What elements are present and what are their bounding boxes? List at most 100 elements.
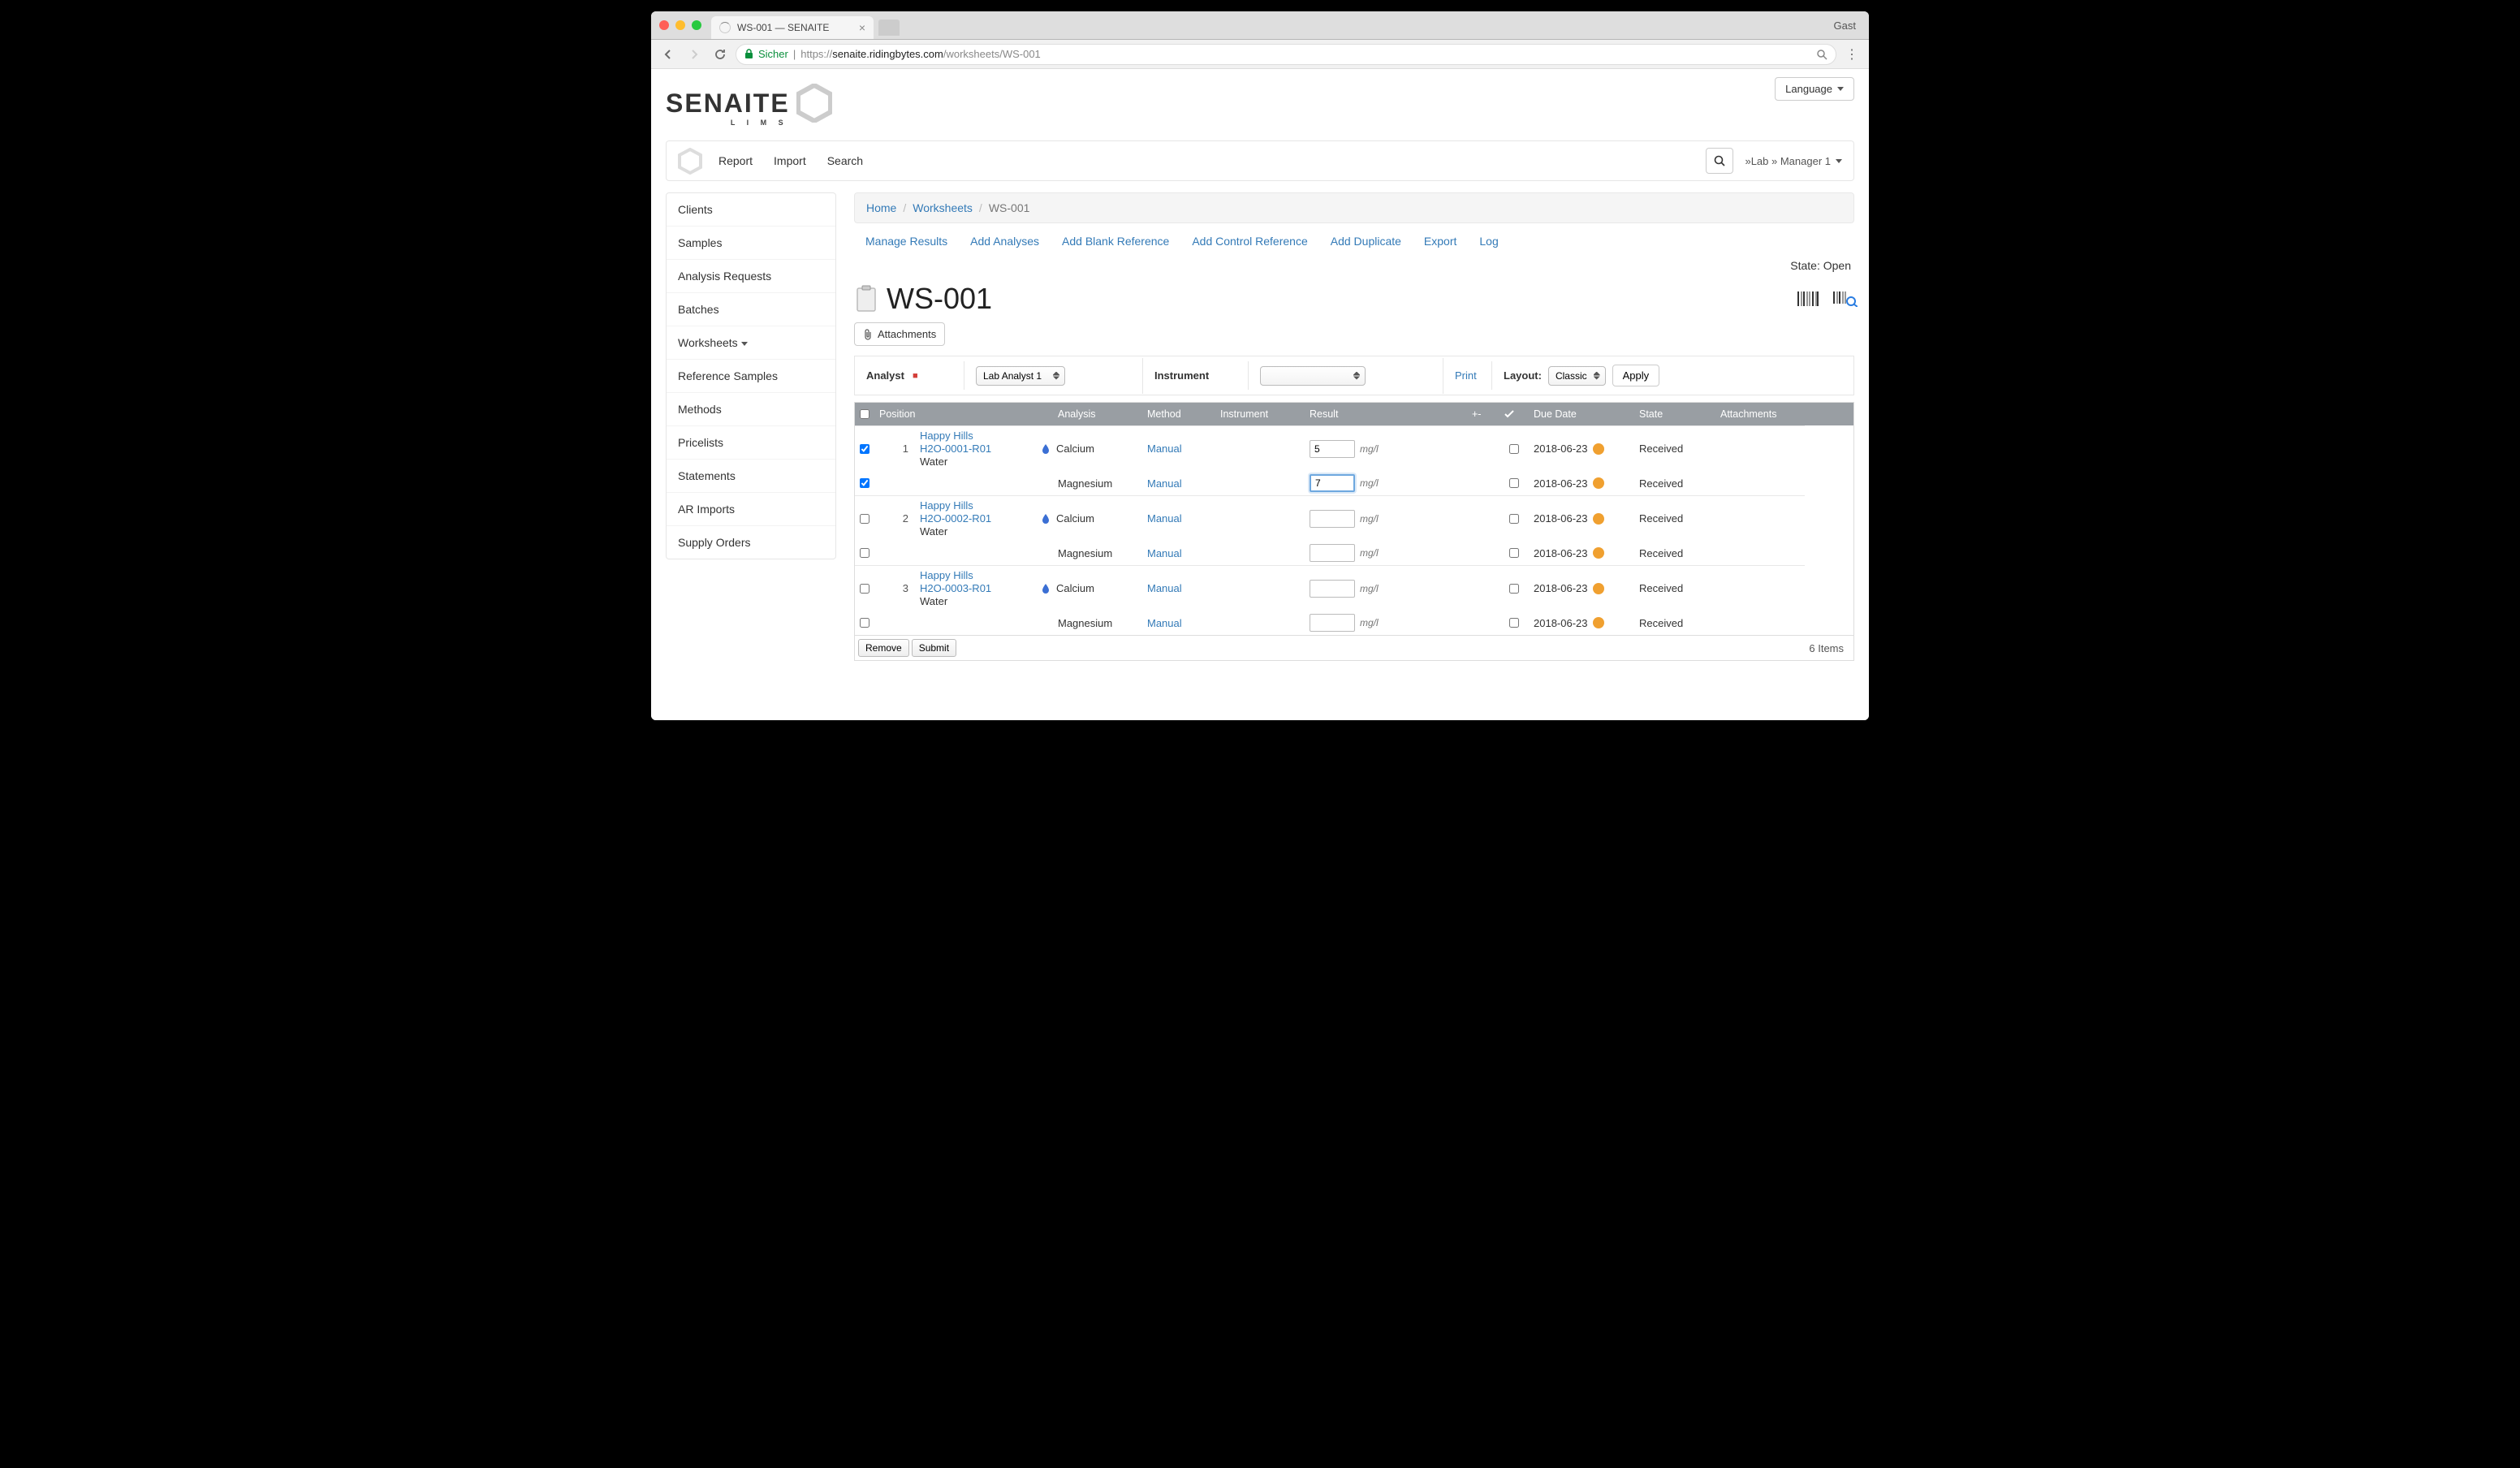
result-input[interactable] <box>1310 580 1355 598</box>
result-input[interactable] <box>1310 510 1355 528</box>
apply-button[interactable]: Apply <box>1612 365 1660 386</box>
barcode-icon[interactable] <box>1797 291 1819 307</box>
verify-checkbox[interactable] <box>1509 478 1519 488</box>
method-link[interactable]: Manual <box>1147 512 1182 525</box>
tab-add-duplicate[interactable]: Add Duplicate <box>1331 235 1401 248</box>
col-method[interactable]: Method <box>1142 408 1215 420</box>
verify-checkbox[interactable] <box>1509 584 1519 594</box>
window-minimize[interactable] <box>675 20 685 30</box>
col-analysis[interactable]: Analysis <box>1053 408 1142 420</box>
sidebar-item-worksheets[interactable]: Worksheets <box>667 326 835 360</box>
method-cell: Manual <box>1142 471 1215 495</box>
breadcrumb-home[interactable]: Home <box>866 201 896 214</box>
row-checkbox[interactable] <box>860 584 869 594</box>
row-checkbox[interactable] <box>860 548 869 558</box>
tab-log[interactable]: Log <box>1479 235 1498 248</box>
tab-add-blank-reference[interactable]: Add Blank Reference <box>1062 235 1169 248</box>
address-bar[interactable]: Sicher | https://senaite.ridingbytes.com… <box>736 44 1836 65</box>
tab-export[interactable]: Export <box>1424 235 1456 248</box>
sample-client-link[interactable]: Happy Hills <box>920 499 973 512</box>
sidebar-item-reference-samples[interactable]: Reference Samples <box>667 360 835 393</box>
sidebar-item-supply-orders[interactable]: Supply Orders <box>667 526 835 559</box>
sidebar-item-batches[interactable]: Batches <box>667 293 835 326</box>
select-all-checkbox[interactable] <box>860 409 869 419</box>
sample-cell-empty <box>915 471 1053 495</box>
sidebar-item-samples[interactable]: Samples <box>667 227 835 260</box>
back-button[interactable] <box>658 44 679 65</box>
window-zoom[interactable] <box>692 20 701 30</box>
method-link[interactable]: Manual <box>1147 547 1182 559</box>
col-due[interactable]: Due Date <box>1529 408 1634 420</box>
method-link[interactable]: Manual <box>1147 477 1182 490</box>
tab-manage-results[interactable]: Manage Results <box>865 235 947 248</box>
col-state[interactable]: State <box>1634 408 1715 420</box>
forward-button[interactable] <box>684 44 705 65</box>
tab-add-analyses[interactable]: Add Analyses <box>970 235 1039 248</box>
window-close[interactable] <box>659 20 669 30</box>
nav-report[interactable]: Report <box>718 154 753 167</box>
tab-close-icon[interactable]: × <box>859 21 865 34</box>
result-cell: mg/l <box>1305 565 1467 611</box>
sidebar-item-statements[interactable]: Statements <box>667 460 835 493</box>
sample-client-link[interactable]: Happy Hills <box>920 430 973 442</box>
site-logo[interactable]: SENAITE L I M S <box>666 77 832 129</box>
submit-button[interactable]: Submit <box>912 639 956 657</box>
nav-logo-icon[interactable] <box>678 148 702 175</box>
method-link[interactable]: Manual <box>1147 617 1182 629</box>
layout-select[interactable]: Classic <box>1548 366 1606 386</box>
col-check[interactable] <box>1499 410 1529 418</box>
table-row: MagnesiumManualmg/l2018-06-23 Received <box>855 611 1853 635</box>
nav-import[interactable]: Import <box>774 154 806 167</box>
droplet-icon <box>1042 583 1050 594</box>
search-button[interactable] <box>1706 148 1733 174</box>
attachments-cell <box>1715 495 1805 541</box>
verify-checkbox[interactable] <box>1509 548 1519 558</box>
verify-checkbox[interactable] <box>1509 514 1519 524</box>
result-input[interactable] <box>1310 614 1355 632</box>
analyst-select[interactable]: Lab Analyst 1 <box>976 366 1065 386</box>
chrome-menu-icon[interactable]: ⋮ <box>1841 46 1862 63</box>
result-input[interactable] <box>1310 544 1355 562</box>
omnibox-search-icon[interactable] <box>1816 49 1827 60</box>
result-input[interactable] <box>1310 440 1355 458</box>
sample-ref-link[interactable]: H2O-0001-R01 <box>920 443 991 455</box>
language-selector[interactable]: Language <box>1775 77 1854 101</box>
col-result[interactable]: Result <box>1305 408 1467 420</box>
row-checkbox[interactable] <box>860 618 869 628</box>
browser-tab[interactable]: WS-001 — SENAITE × <box>711 16 874 39</box>
sidebar-item-pricelists[interactable]: Pricelists <box>667 426 835 460</box>
row-checkbox[interactable] <box>860 478 869 488</box>
col-attachments[interactable]: Attachments <box>1715 408 1805 420</box>
nav-search[interactable]: Search <box>827 154 863 167</box>
sidebar-item-clients[interactable]: Clients <box>667 193 835 227</box>
barcode-preview-icon[interactable] <box>1833 291 1854 307</box>
attachments-cell <box>1715 565 1805 611</box>
chrome-profile[interactable]: Gast <box>1834 19 1861 32</box>
col-range[interactable]: +- <box>1467 408 1499 420</box>
instrument-select[interactable] <box>1260 366 1366 386</box>
attachments-button[interactable]: Attachments <box>854 322 945 346</box>
table-row: 3Happy HillsH2O-0003-R01WaterCalciumManu… <box>855 565 1853 611</box>
col-instrument[interactable]: Instrument <box>1215 408 1305 420</box>
sidebar-item-methods[interactable]: Methods <box>667 393 835 426</box>
reload-button[interactable] <box>710 44 731 65</box>
row-checkbox[interactable] <box>860 514 869 524</box>
row-checkbox[interactable] <box>860 444 869 454</box>
sidebar-item-analysis-requests[interactable]: Analysis Requests <box>667 260 835 293</box>
result-input[interactable] <box>1310 474 1355 492</box>
new-tab-button[interactable] <box>878 19 900 36</box>
verify-checkbox[interactable] <box>1509 618 1519 628</box>
sidebar-item-ar-imports[interactable]: AR Imports <box>667 493 835 526</box>
tab-add-control-reference[interactable]: Add Control Reference <box>1192 235 1307 248</box>
method-link[interactable]: Manual <box>1147 582 1182 594</box>
sample-ref-link[interactable]: H2O-0002-R01 <box>920 512 991 525</box>
breadcrumb-worksheets[interactable]: Worksheets <box>913 201 973 214</box>
print-link[interactable]: Print <box>1455 369 1477 382</box>
verify-checkbox[interactable] <box>1509 444 1519 454</box>
sample-ref-link[interactable]: H2O-0003-R01 <box>920 582 991 594</box>
user-menu[interactable]: »Lab » Manager 1 <box>1745 155 1842 167</box>
remove-button[interactable]: Remove <box>858 639 909 657</box>
col-position[interactable]: Position <box>874 408 1053 420</box>
sample-client-link[interactable]: Happy Hills <box>920 569 973 581</box>
method-link[interactable]: Manual <box>1147 443 1182 455</box>
